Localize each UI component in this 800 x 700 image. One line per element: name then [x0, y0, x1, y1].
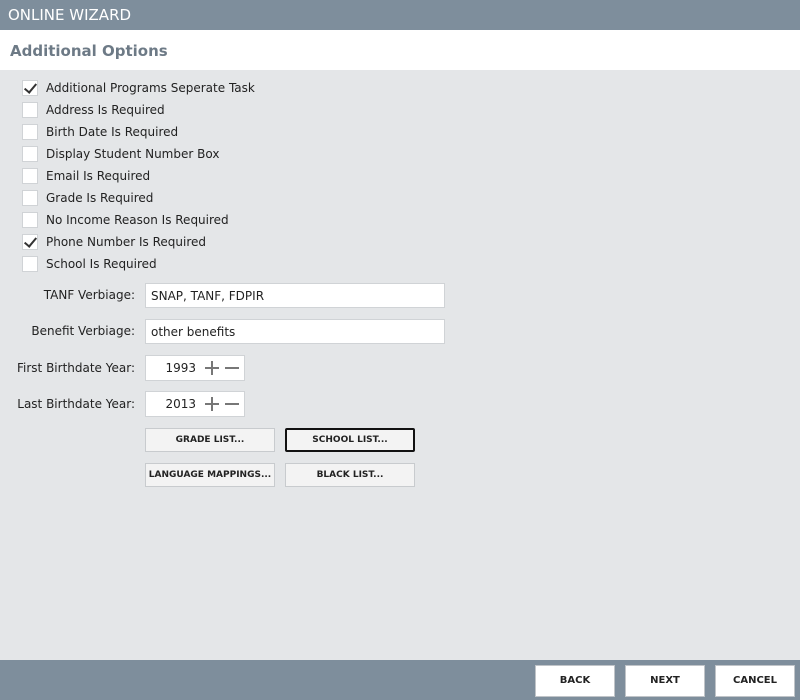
first-birthdate-year-stepper[interactable]: 1993	[145, 355, 245, 381]
school-list-button[interactable]: SCHOOL LIST...	[285, 428, 415, 452]
minus-icon[interactable]	[224, 396, 240, 412]
checkmark-icon	[23, 80, 38, 94]
checkbox[interactable]	[22, 80, 38, 96]
option-label: Grade Is Required	[46, 191, 154, 205]
checkbox[interactable]	[22, 146, 38, 162]
black-list-button[interactable]: BLACK LIST...	[285, 463, 415, 487]
footer-bar: BACK NEXT CANCEL	[0, 660, 800, 700]
option-display-student-number[interactable]: Display Student Number Box	[22, 144, 219, 164]
checkbox[interactable]	[22, 168, 38, 184]
section-title: Additional Options	[0, 30, 800, 70]
option-label: Additional Programs Seperate Task	[46, 81, 255, 95]
tanf-verbiage-label: TANF Verbiage:	[43, 288, 135, 302]
checkbox[interactable]	[22, 102, 38, 118]
back-button[interactable]: BACK	[535, 665, 615, 697]
option-address-required[interactable]: Address Is Required	[22, 100, 165, 120]
checkbox[interactable]	[22, 124, 38, 140]
option-label: Email Is Required	[46, 169, 151, 183]
option-additional-programs[interactable]: Additional Programs Seperate Task	[22, 78, 255, 98]
language-mappings-button[interactable]: LANGUAGE MAPPINGS...	[145, 463, 275, 487]
option-label: Birth Date Is Required	[46, 125, 179, 139]
option-school-required[interactable]: School Is Required	[22, 254, 157, 274]
grade-list-button[interactable]: GRADE LIST...	[145, 428, 275, 452]
cancel-button[interactable]: CANCEL	[715, 665, 795, 697]
option-label: Address Is Required	[46, 103, 165, 117]
checkbox[interactable]	[22, 212, 38, 228]
window-title: ONLINE WIZARD	[0, 0, 800, 30]
plus-icon[interactable]	[204, 396, 220, 412]
checkbox[interactable]	[22, 256, 38, 272]
plus-icon[interactable]	[204, 360, 220, 376]
option-phone-number-required[interactable]: Phone Number Is Required	[22, 232, 206, 252]
option-grade-required[interactable]: Grade Is Required	[22, 188, 153, 208]
options-panel: Additional Programs Seperate Task Addres…	[0, 70, 800, 660]
option-email-required[interactable]: Email Is Required	[22, 166, 150, 186]
option-label: Phone Number Is Required	[46, 235, 207, 249]
tanf-verbiage-input[interactable]	[145, 283, 445, 308]
last-birthdate-year-value[interactable]: 2013	[146, 392, 196, 416]
benefit-verbiage-input[interactable]	[145, 319, 445, 344]
next-button[interactable]: NEXT	[625, 665, 705, 697]
last-birthdate-year-stepper[interactable]: 2013	[145, 391, 245, 417]
option-no-income-reason-required[interactable]: No Income Reason Is Required	[22, 210, 229, 230]
checkbox[interactable]	[22, 190, 38, 206]
option-label: No Income Reason Is Required	[46, 213, 229, 227]
first-birthdate-year-value[interactable]: 1993	[146, 356, 196, 380]
checkmark-icon	[23, 234, 38, 248]
checkbox[interactable]	[22, 234, 38, 250]
first-birthdate-year-label: First Birthdate Year:	[17, 361, 135, 375]
benefit-verbiage-label: Benefit Verbiage:	[31, 324, 135, 338]
minus-icon[interactable]	[224, 360, 240, 376]
option-label: Display Student Number Box	[46, 147, 220, 161]
option-label: School Is Required	[46, 257, 157, 271]
option-birth-date-required[interactable]: Birth Date Is Required	[22, 122, 178, 142]
last-birthdate-year-label: Last Birthdate Year:	[17, 397, 135, 411]
